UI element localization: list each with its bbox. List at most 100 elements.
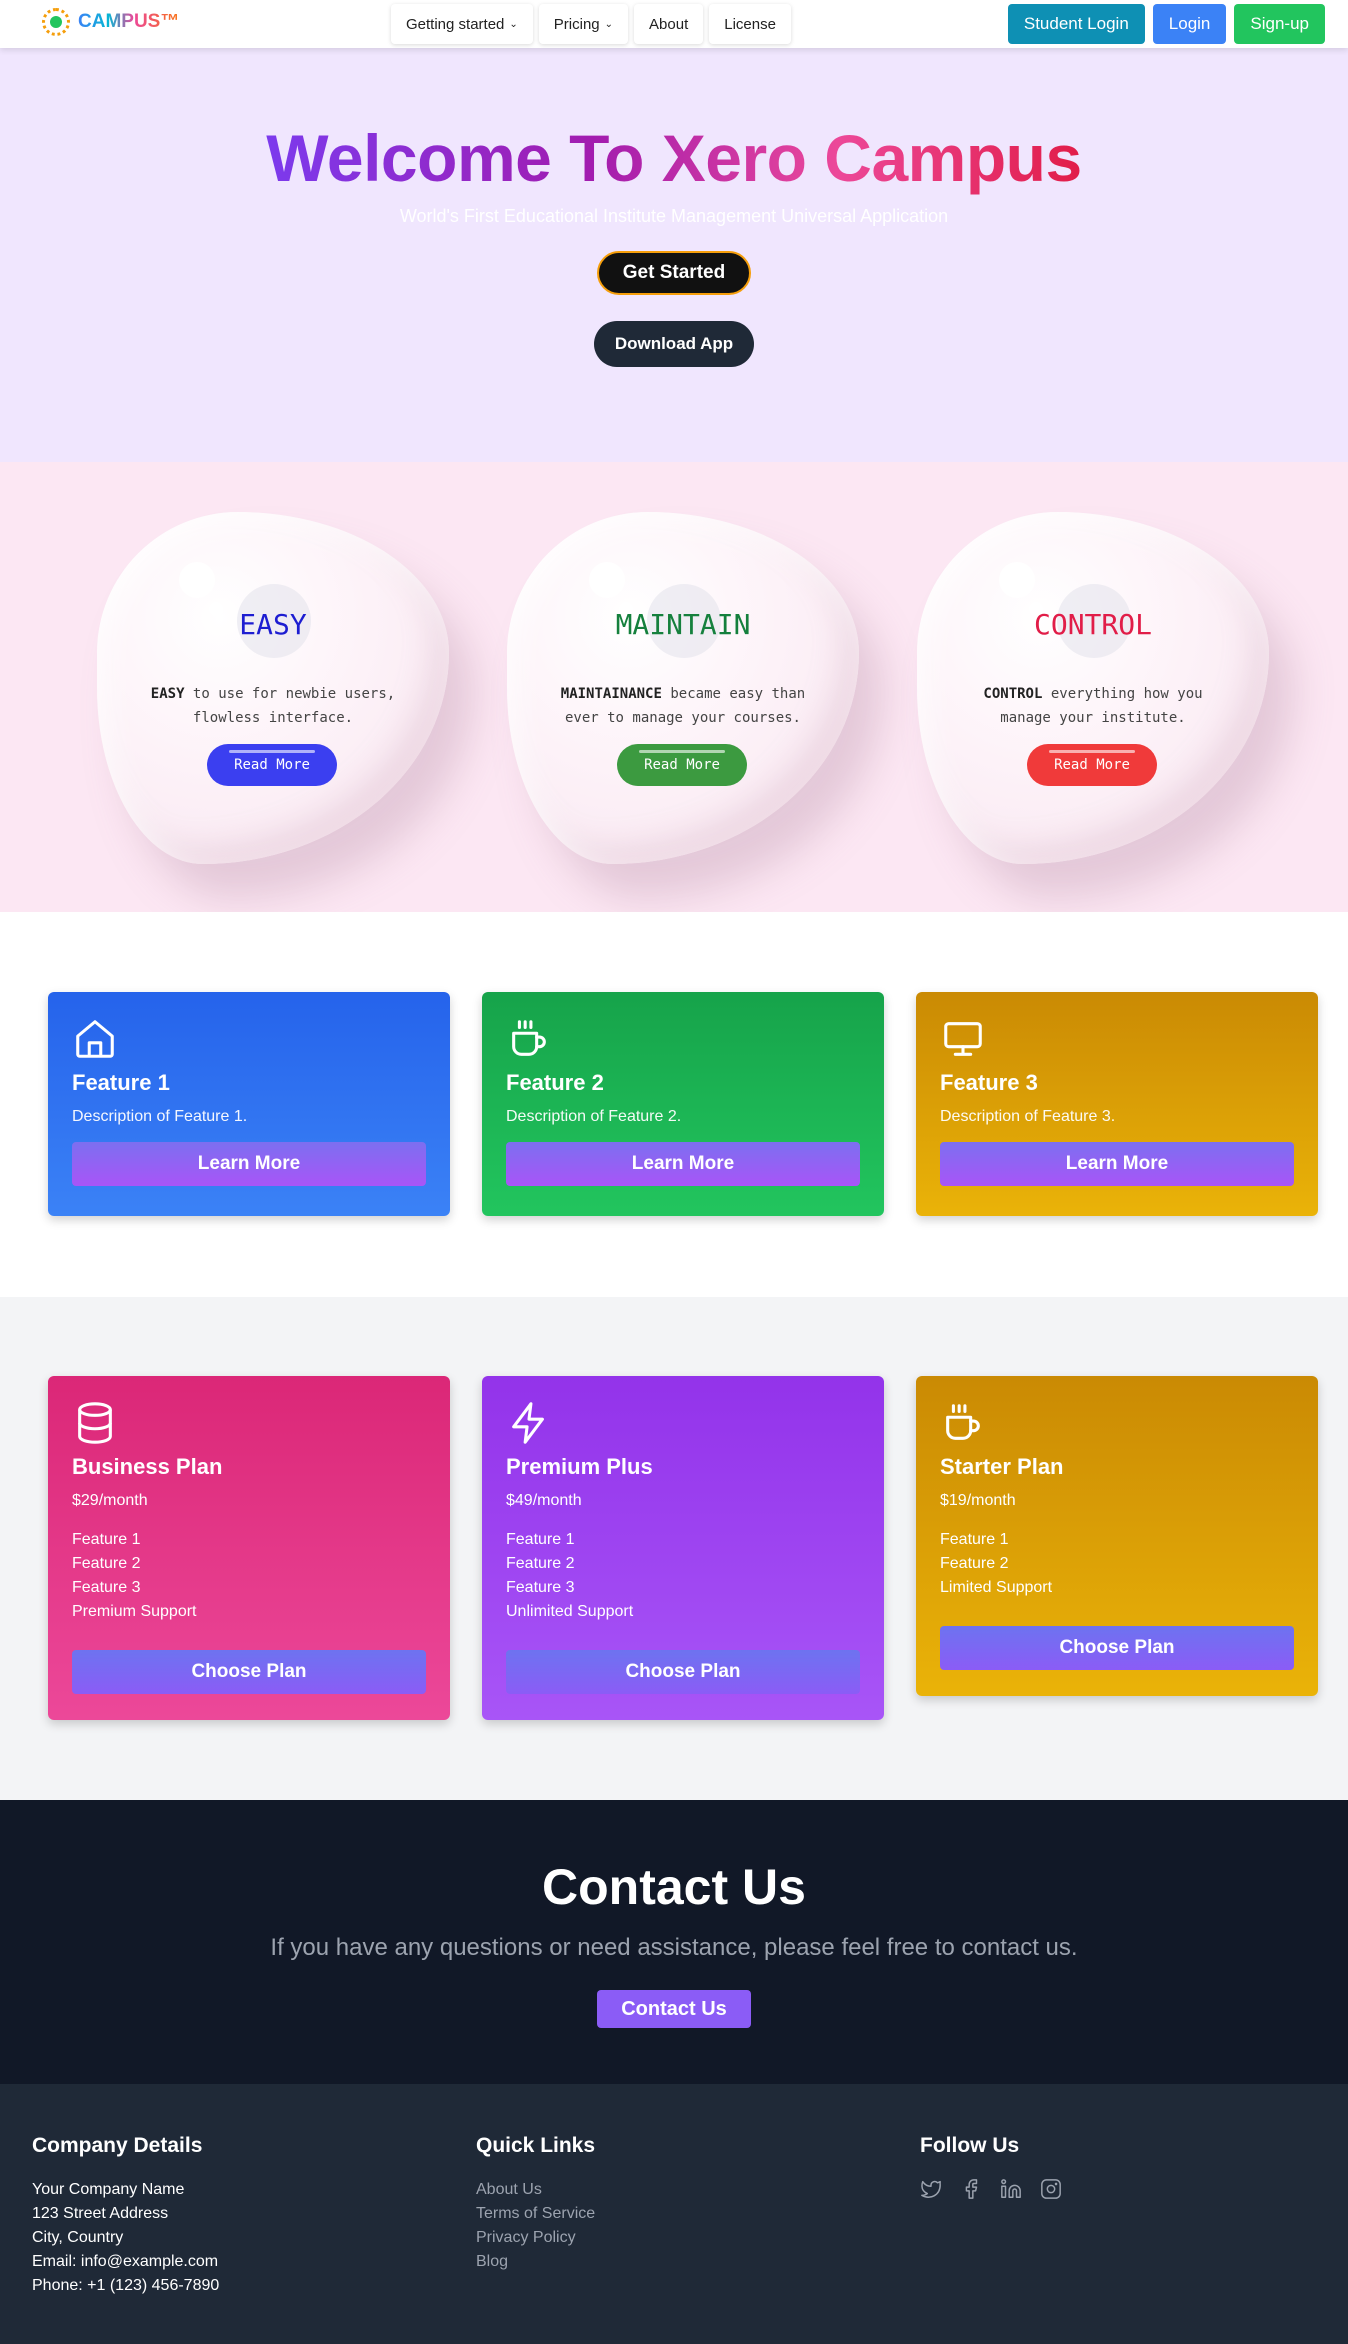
footer-link-about[interactable]: About Us — [476, 2178, 595, 2202]
home-icon — [76, 1020, 114, 1058]
coffee-icon — [946, 1404, 980, 1440]
signup-button[interactable]: Sign-up — [1234, 4, 1325, 44]
bubble-decoration — [179, 562, 215, 598]
social-links — [920, 2178, 1062, 2200]
footer-link-blog[interactable]: Blog — [476, 2250, 595, 2274]
read-more-button[interactable]: Read More — [617, 744, 747, 786]
plan-card: Business Plan $29/month Feature 1 Featur… — [48, 1376, 450, 1720]
blob-text-bold: CONTROL — [983, 686, 1043, 702]
plan-card: Premium Plus $49/month Feature 1 Feature… — [482, 1376, 884, 1720]
chevron-down-icon: ⌄ — [604, 18, 614, 30]
blob-card-control: CONTROL CONTROL everything how you manag… — [917, 512, 1269, 864]
student-login-button[interactable]: Student Login — [1007, 4, 1145, 44]
blob-text-bold: EASY — [150, 686, 185, 702]
plan-features: Feature 1 Feature 2 Limited Support — [940, 1528, 1294, 1600]
footer-follow-us: Follow Us — [920, 2134, 1062, 2200]
blob-text: MAINTAINANCE became easy than ever to ma… — [547, 682, 819, 730]
feature-description: Description of Feature 2. — [506, 1108, 682, 1125]
database-icon — [78, 1402, 112, 1444]
monitor-icon — [944, 1022, 982, 1056]
blob-card-easy: EASY EASY to use for newbie users, flowl… — [97, 512, 449, 864]
feature-title: Feature 2 — [506, 1070, 604, 1095]
coffee-icon — [512, 1020, 546, 1056]
plan-feature-item: Feature 2 — [506, 1555, 575, 1572]
footer-heading: Quick Links — [476, 2134, 596, 2157]
feature-description: Description of Feature 3. — [940, 1108, 1116, 1125]
features-section: Feature 1 Description of Feature 1. Lear… — [0, 912, 1348, 1297]
company-name: Your Company Name — [32, 2181, 185, 2198]
linkedin-icon[interactable] — [1000, 2178, 1022, 2200]
plan-price: $29/month — [72, 1492, 148, 1509]
nav-pricing-label: Pricing — [553, 15, 600, 33]
hero-subtitle: World's First Educational Institute Mana… — [399, 206, 949, 226]
login-button[interactable]: Login — [1152, 4, 1227, 44]
hero-section: Welcome To Xero Campus World's First Edu… — [0, 48, 1348, 462]
feature-title: Feature 3 — [940, 1070, 1038, 1095]
plan-feature-item: Limited Support — [940, 1579, 1053, 1596]
plan-feature-item: Feature 3 — [72, 1579, 141, 1596]
footer-company-details: Company Details Your Company Name 123 St… — [32, 2134, 219, 2298]
twitter-icon[interactable] — [920, 2178, 942, 2200]
blob-text: CONTROL everything how you manage your i… — [957, 682, 1229, 730]
choose-plan-button[interactable]: Choose Plan — [506, 1650, 860, 1694]
feature-card: Feature 3 Description of Feature 3. Lear… — [916, 992, 1318, 1216]
company-address: 123 Street Address — [32, 2205, 169, 2222]
company-email: Email: info@example.com — [32, 2253, 219, 2270]
learn-more-button[interactable]: Learn More — [506, 1142, 860, 1186]
contact-title: Contact Us — [542, 1859, 806, 1915]
plan-feature-item: Feature 2 — [72, 1555, 141, 1572]
plan-feature-item: Feature 1 — [506, 1531, 575, 1548]
read-more-button[interactable]: Read More — [1027, 744, 1157, 786]
plan-title: Starter Plan — [940, 1454, 1064, 1479]
nav-pricing[interactable]: Pricing ⌄ — [538, 4, 629, 44]
nav-about[interactable]: About — [634, 4, 704, 44]
footer-link-privacy[interactable]: Privacy Policy — [476, 2226, 595, 2250]
contact-us-button[interactable]: Contact Us — [597, 1990, 751, 2028]
plan-feature-item: Feature 3 — [506, 1579, 575, 1596]
lightning-icon — [512, 1402, 544, 1444]
feature-card: Feature 1 Description of Feature 1. Lear… — [48, 992, 450, 1216]
logo[interactable]: CAMPUS™ — [42, 8, 179, 36]
footer-quick-links: Quick Links About Us Terms of Service Pr… — [476, 2134, 595, 2274]
feature-card: Feature 2 Description of Feature 2. Lear… — [482, 992, 884, 1216]
plan-feature-item: Feature 1 — [72, 1531, 141, 1548]
blob-title: CONTROL — [1033, 608, 1152, 641]
read-more-button[interactable]: Read More — [207, 744, 337, 786]
bubble-decoration — [999, 562, 1035, 598]
nav-getting-started[interactable]: Getting started ⌄ — [391, 4, 533, 44]
plan-card: Starter Plan $19/month Feature 1 Feature… — [916, 1376, 1318, 1696]
facebook-icon[interactable] — [960, 2178, 982, 2200]
footer-heading: Follow Us — [920, 2134, 1020, 2157]
plan-feature-item: Feature 1 — [940, 1531, 1009, 1548]
choose-plan-button[interactable]: Choose Plan — [940, 1626, 1294, 1670]
nav-license[interactable]: License — [709, 4, 791, 44]
plan-features: Feature 1 Feature 2 Feature 3 Premium Su… — [72, 1528, 426, 1624]
plan-feature-item: Feature 2 — [940, 1555, 1009, 1572]
logo-text: CAMPUS™ — [78, 11, 180, 32]
pricing-section: Business Plan $29/month Feature 1 Featur… — [0, 1297, 1348, 1800]
learn-more-button[interactable]: Learn More — [940, 1142, 1294, 1186]
instagram-icon[interactable] — [1040, 2178, 1062, 2200]
plan-features: Feature 1 Feature 2 Feature 3 Unlimited … — [506, 1528, 860, 1624]
plan-feature-item: Premium Support — [72, 1603, 197, 1620]
nav-menu: Getting started ⌄ Pricing ⌄ About License — [391, 4, 791, 44]
learn-more-button[interactable]: Learn More — [72, 1142, 426, 1186]
chevron-down-icon: ⌄ — [509, 18, 518, 30]
hero-title: Welcome To Xero Campus — [266, 121, 1082, 195]
get-started-button[interactable]: Get Started — [596, 251, 752, 295]
download-app-button[interactable]: Download App — [594, 321, 754, 367]
footer-link-terms[interactable]: Terms of Service — [476, 2202, 595, 2226]
plan-price: $49/month — [506, 1492, 582, 1509]
contact-section: Contact Us If you have any questions or … — [0, 1800, 1348, 2084]
footer: Company Details Your Company Name 123 St… — [0, 2084, 1348, 2344]
highlights-section: EASY EASY to use for newbie users, flowl… — [0, 462, 1348, 912]
contact-text: If you have any questions or need assist… — [270, 1934, 1078, 1961]
blob-text: EASY to use for newbie users, flowless i… — [137, 682, 409, 730]
blob-card-maintain: MAINTAIN MAINTAINANCE became easy than e… — [507, 512, 859, 864]
blob-text-bold: MAINTAINANCE — [560, 686, 662, 702]
plan-title: Premium Plus — [506, 1454, 653, 1479]
choose-plan-button[interactable]: Choose Plan — [72, 1650, 426, 1694]
plan-feature-item: Unlimited Support — [506, 1603, 634, 1620]
feature-title: Feature 1 — [72, 1070, 170, 1095]
feature-description: Description of Feature 1. — [72, 1108, 248, 1125]
